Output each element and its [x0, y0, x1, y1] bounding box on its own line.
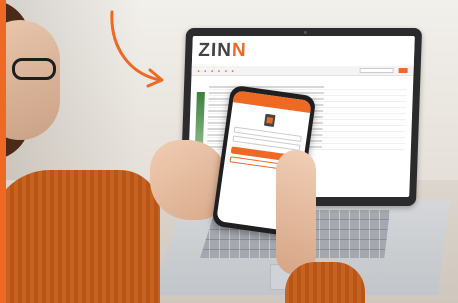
nav-item[interactable]: ■ — [232, 69, 234, 73]
nav-item[interactable]: ■ — [218, 69, 220, 73]
glasses — [12, 58, 56, 80]
nav-item[interactable]: ■ — [198, 69, 200, 73]
accent-edge-bar — [0, 0, 6, 303]
hand-right — [276, 150, 316, 275]
arrow-curved-icon — [110, 10, 164, 88]
search-input[interactable] — [359, 68, 394, 73]
site-logo[interactable]: ZINN — [198, 40, 247, 62]
site-header: ZINN — [191, 36, 415, 66]
nav-item[interactable]: ■ — [225, 69, 227, 73]
sweater-sleeve-left — [0, 170, 160, 303]
phone-app-logo — [263, 113, 276, 128]
logo-accent: N — [231, 40, 248, 61]
nav-item[interactable]: ■ — [211, 69, 213, 73]
phone-topbar — [232, 90, 312, 113]
logo-text: ZIN — [197, 40, 233, 61]
nav-item[interactable]: ■ — [204, 69, 206, 73]
site-nav: ■ ■ ■ ■ ■ ■ — [191, 66, 414, 76]
photo-scene: ZINN ■ ■ ■ ■ ■ ■ — [0, 0, 458, 303]
webcam — [303, 31, 308, 34]
person-face — [0, 20, 60, 140]
sweater-sleeve-right — [285, 262, 365, 303]
search-button[interactable] — [398, 68, 408, 73]
